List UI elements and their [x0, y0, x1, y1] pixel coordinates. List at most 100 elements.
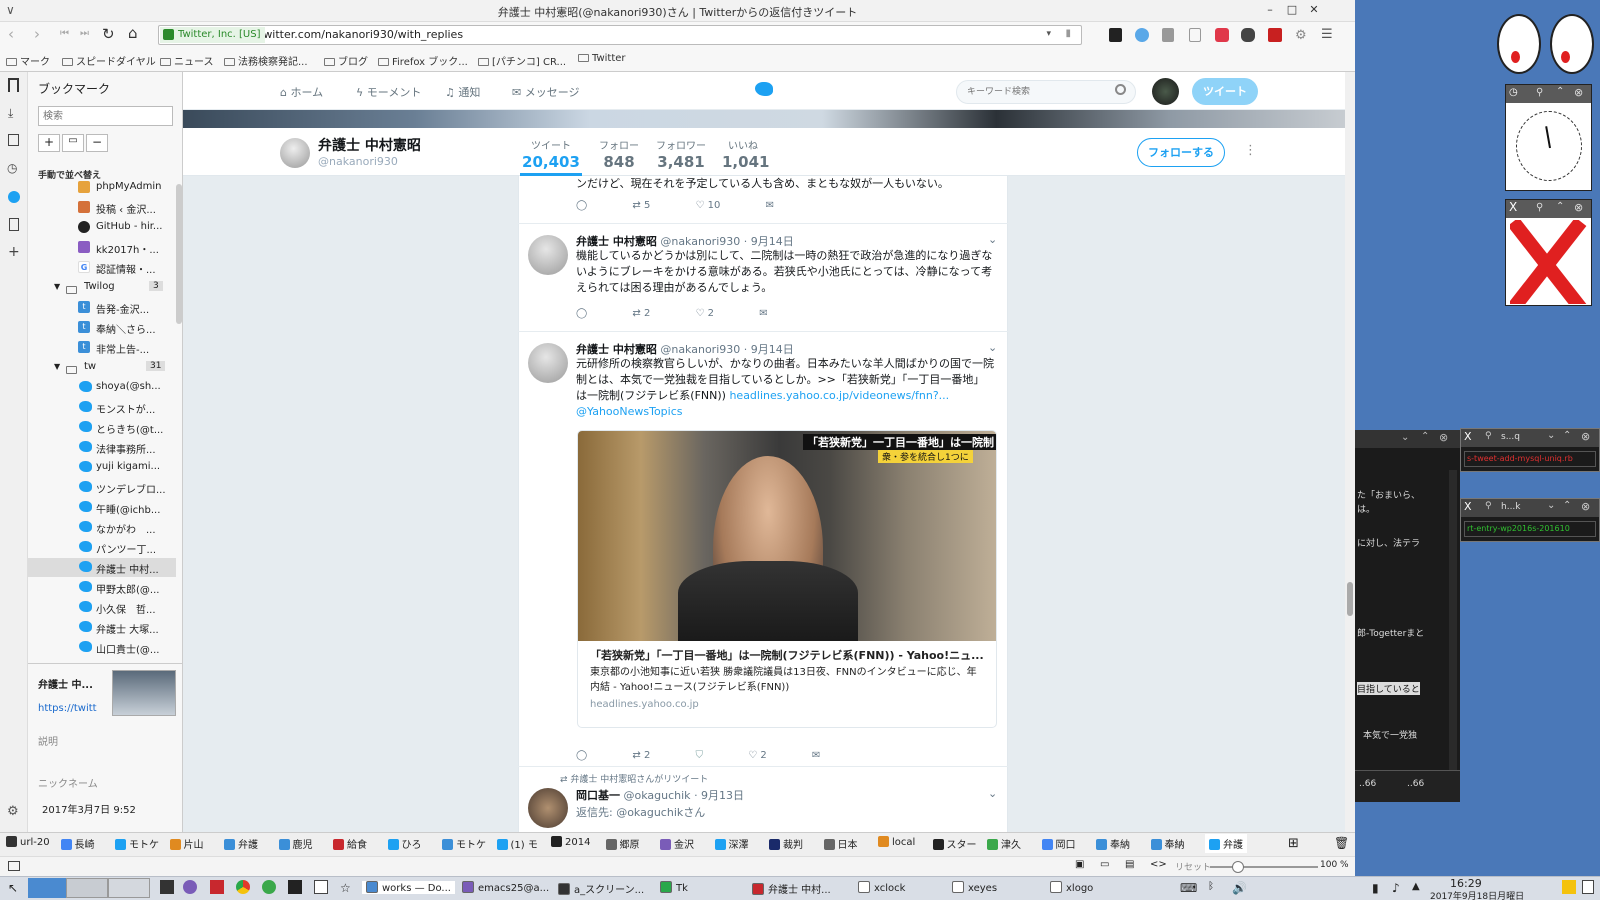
- terminal-scrollbar[interactable]: [1449, 470, 1457, 770]
- reload-icon[interactable]: ↻: [102, 25, 115, 43]
- evernote-icon[interactable]: [1241, 28, 1255, 42]
- browser-tab[interactable]: 奉納: [1150, 836, 1185, 851]
- screenshot-launcher-icon[interactable]: [314, 880, 328, 894]
- panel-toggle-icon[interactable]: [8, 861, 20, 871]
- browser-tab[interactable]: ひろ: [387, 836, 422, 851]
- bookmark-item[interactable]: 午睡(@ichb...: [96, 501, 186, 516]
- back-icon[interactable]: ‹: [8, 25, 14, 43]
- tweet-mention[interactable]: @YahooNewsTopics: [576, 405, 683, 418]
- link-card[interactable]: 「若狭新党」一丁目一番地」は一院制 衆・参を統合し1つに 「若狭新党」「一丁目一…: [577, 430, 997, 728]
- panel-app-terminal[interactable]: a_スクリーン...: [558, 881, 644, 896]
- bookmark-item[interactable]: なかがわ ...: [96, 521, 186, 536]
- panel-app-eyes[interactable]: xeyes: [952, 881, 997, 894]
- like-button[interactable]: ♡ 2: [696, 308, 715, 319]
- bookmark-folder-6[interactable]: [パチンコ] CR...: [478, 53, 566, 68]
- browser-tab[interactable]: 裁判: [769, 836, 803, 851]
- bookmark-folder-2[interactable]: ニュース: [160, 53, 214, 68]
- avatar[interactable]: [1152, 78, 1179, 105]
- menu-extension-icon[interactable]: ☰: [1321, 27, 1333, 42]
- browser-tab[interactable]: 2014: [551, 836, 590, 848]
- bookmark-star-icon[interactable]: ▮: [1065, 28, 1071, 39]
- panel-app-folder[interactable]: works — Do...: [362, 881, 455, 894]
- bookmark-folder-0[interactable]: マーク: [6, 53, 50, 68]
- tweet-date[interactable]: · 9月14日: [744, 343, 794, 356]
- stat-tweets[interactable]: ツイート 20,403: [520, 137, 582, 176]
- chevron-up-icon[interactable]: ⌃: [1556, 201, 1564, 212]
- new-tab-icon[interactable]: ⊞: [1288, 836, 1299, 851]
- terminal-tab[interactable]: ..66: [1407, 779, 1424, 789]
- tweet[interactable]: ⇄ 弁護士 中村憲昭さんがリツイート 岡口基一 @okaguchik · 9月1…: [518, 768, 1008, 832]
- cursor-icon[interactable]: ↖: [8, 881, 18, 895]
- terminal-launcher-icon[interactable]: [160, 880, 174, 894]
- bookmark-sidebar-icon[interactable]: [8, 78, 19, 92]
- reply-icon[interactable]: ◯: [576, 200, 587, 211]
- nav-notifications[interactable]: ♫ 通知: [445, 84, 480, 100]
- retweet-button[interactable]: ⇄ 2: [632, 750, 650, 761]
- window-header[interactable]: ⌄ ⌃ ⊗: [1355, 430, 1460, 448]
- retweet-button[interactable]: ⇄ 2: [632, 308, 650, 319]
- bookmark-folder-5[interactable]: Firefox ブック...: [378, 53, 468, 68]
- browser-tab[interactable]: 弁護: [224, 836, 258, 851]
- tweet-link[interactable]: headlines.yahoo.co.jp/videonews/fnn?...: [729, 389, 949, 402]
- notes-extension-icon[interactable]: [1162, 28, 1174, 42]
- minimize-icon[interactable]: –: [1262, 3, 1278, 19]
- tweet-handle[interactable]: @nakanori930: [660, 235, 740, 248]
- nav-home[interactable]: ⌂ ホーム: [280, 84, 323, 100]
- close-icon[interactable]: ⊗: [1581, 430, 1590, 443]
- pocket-icon[interactable]: [1215, 28, 1229, 42]
- emacs-launcher-icon[interactable]: [183, 880, 197, 894]
- message-icon[interactable]: ✉: [812, 750, 820, 761]
- tweet-handle[interactable]: @okaguchik: [624, 789, 691, 802]
- url-field[interactable]: twitter.com/nakanori930/with_replies ▾ ▮: [158, 25, 1082, 45]
- bookmark-item[interactable]: 小久保 哲...: [96, 601, 186, 616]
- small-terminal-window-1[interactable]: X ⚲ s...q ⌄ ⌃ ⊗ s-tweet-add-mysql-uniq.r…: [1460, 428, 1600, 472]
- profile-handle[interactable]: @nakanori930: [318, 155, 398, 168]
- browser-tab[interactable]: local: [878, 836, 915, 848]
- bookmark-item[interactable]: phpMyAdmin: [96, 181, 186, 192]
- tweet-avatar[interactable]: [528, 788, 568, 828]
- panel-app-x[interactable]: xlogo: [1050, 881, 1093, 894]
- workspace-1[interactable]: [28, 878, 66, 898]
- search-icon[interactable]: [1115, 84, 1126, 95]
- bookmark-folder-4[interactable]: ブログ: [324, 53, 368, 68]
- tweet-author-name[interactable]: 弁護士 中村憲昭: [576, 235, 657, 248]
- page-extension-icon[interactable]: [1189, 28, 1201, 42]
- close-window-icon[interactable]: ✕: [1306, 3, 1322, 19]
- browser-tab[interactable]: (1) モ: [496, 836, 538, 851]
- zoom-level[interactable]: 100 %: [1320, 860, 1349, 870]
- maximize-icon[interactable]: □: [1284, 3, 1300, 19]
- bookmark-folder-7[interactable]: Twitter: [578, 53, 626, 64]
- reply-icon[interactable]: ◯: [576, 750, 587, 761]
- profile-avatar[interactable]: [280, 138, 310, 168]
- image-icon[interactable]: ▤: [1125, 859, 1134, 870]
- twitter-extension-icon[interactable]: [1135, 28, 1149, 42]
- twitter-bird-icon[interactable]: [755, 82, 773, 96]
- expand-twilog-icon[interactable]: ▼: [54, 282, 60, 291]
- chevron-down-icon[interactable]: ⌄: [1547, 500, 1555, 511]
- zoom-slider-handle[interactable]: [1232, 861, 1244, 873]
- fast-forward-icon[interactable]: ⏭: [80, 28, 89, 39]
- security-icon[interactable]: ⛉: [696, 750, 704, 761]
- like-button[interactable]: ♡ 2: [748, 750, 767, 761]
- tweet-date[interactable]: · 9月14日: [744, 235, 794, 248]
- rewind-icon[interactable]: ⏮: [60, 28, 69, 39]
- preview-url[interactable]: https://twitt: [38, 703, 97, 714]
- stat-following[interactable]: フォロー 848: [598, 137, 640, 171]
- chevron-down-icon[interactable]: ⌄: [988, 787, 997, 800]
- bookmark-item[interactable]: 弁護士 中村...: [96, 561, 186, 576]
- secure-badge[interactable]: Twitter, Inc. [US]: [160, 27, 265, 43]
- chevron-down-icon[interactable]: ⌄: [1401, 432, 1409, 443]
- bookmark-item[interactable]: GitHub - hir...: [96, 221, 186, 232]
- pin-icon[interactable]: ⚲: [1536, 202, 1543, 213]
- follow-button[interactable]: フォローする: [1137, 138, 1225, 167]
- window-header[interactable]: X ⚲ ⌃ ⊗: [1506, 200, 1591, 218]
- retweet-button[interactable]: ⇄ 5: [632, 200, 650, 211]
- zoom-slider[interactable]: [1210, 861, 1318, 873]
- battery-icon[interactable]: ▮: [1372, 881, 1379, 895]
- panel-app-vivaldi[interactable]: 弁護士 中村...: [752, 881, 831, 896]
- gear-extension-icon[interactable]: ⚙: [1295, 28, 1307, 43]
- monitor-launcher-icon[interactable]: [288, 880, 302, 894]
- close-icon[interactable]: ⊗: [1574, 201, 1583, 214]
- url-text[interactable]: twitter.com/nakanori930/with_replies: [259, 28, 463, 41]
- star-launcher-icon[interactable]: ☆: [340, 881, 351, 895]
